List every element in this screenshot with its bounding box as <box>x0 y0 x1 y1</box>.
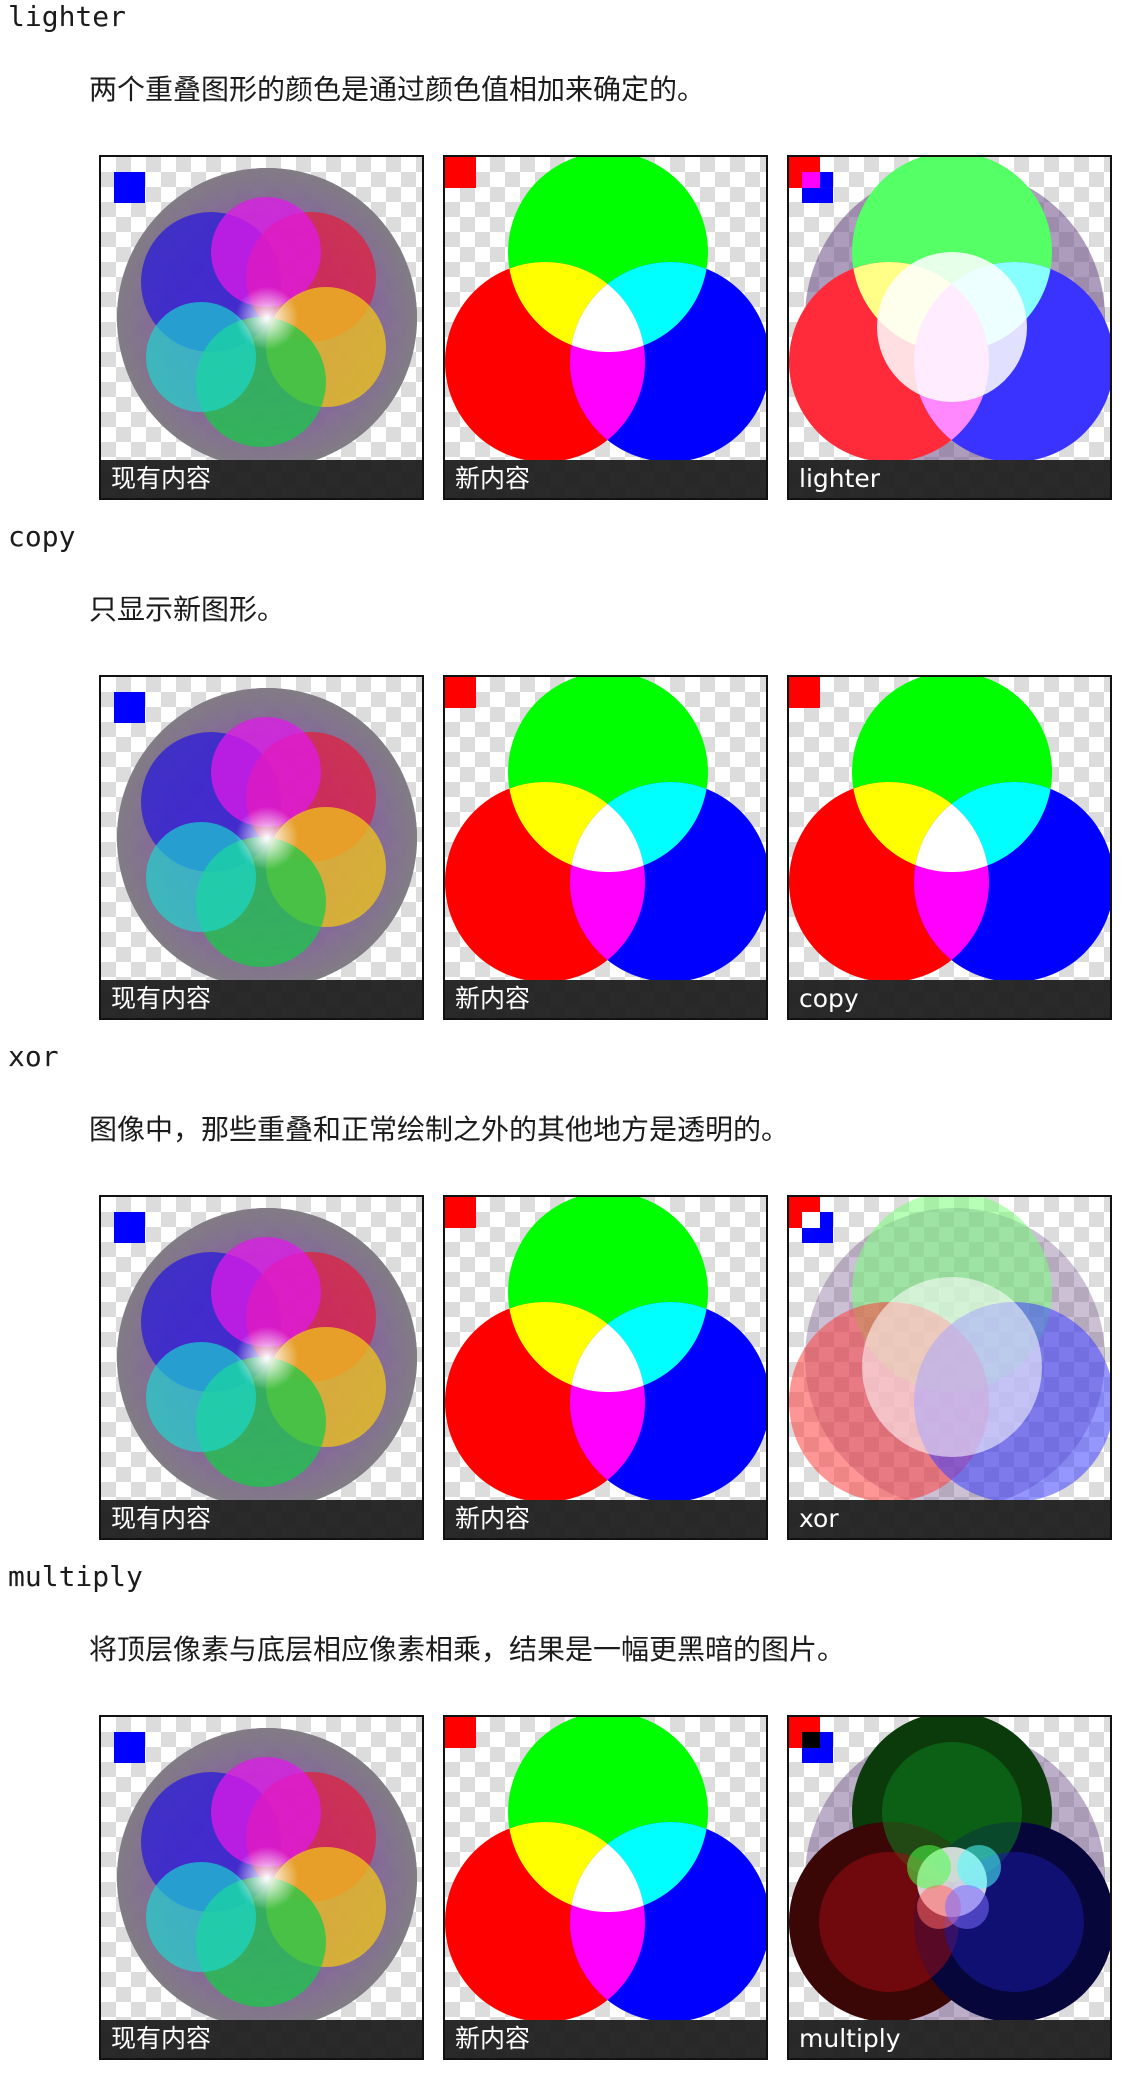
lighter-result-graphic <box>789 157 1110 460</box>
existing-content-tile: 现有内容 <box>99 1195 424 1540</box>
caption-new: 新内容 <box>445 1500 766 1538</box>
caption-result: xor <box>789 1500 1110 1538</box>
new-content-tile: 新内容 <box>443 1715 768 2060</box>
term-lighter: lighter <box>8 0 127 33</box>
result-tile-lighter: lighter <box>787 155 1112 500</box>
caption-new: 新内容 <box>445 2020 766 2058</box>
caption-existing: 现有内容 <box>101 980 422 1018</box>
caption-result: lighter <box>789 460 1110 498</box>
caption-result: multiply <box>789 2020 1110 2058</box>
result-tile-multiply: multiply <box>787 1715 1112 2060</box>
new-content-graphic <box>445 1197 766 1500</box>
new-content-tile: 新内容 <box>443 675 768 1020</box>
description-multiply: 将顶层像素与底层相应像素相乘，结果是一幅更黑暗的图片。 <box>89 1633 846 1666</box>
term-multiply: multiply <box>8 1560 143 1593</box>
term-xor: xor <box>8 1040 59 1073</box>
result-tile-xor: xor <box>787 1195 1112 1540</box>
existing-content-graphic <box>114 168 417 460</box>
copy-result-graphic <box>789 677 1110 980</box>
caption-new: 新内容 <box>445 460 766 498</box>
new-content-tile: 新内容 <box>443 155 768 500</box>
existing-content-graphic <box>114 688 417 980</box>
description-lighter: 两个重叠图形的颜色是通过颜色值相加来确定的。 <box>89 73 706 106</box>
existing-content-tile: 现有内容 <box>99 1715 424 2060</box>
multiply-result-graphic <box>789 1717 1110 2020</box>
result-tile-copy: copy <box>787 675 1112 1020</box>
red-square <box>445 157 476 188</box>
caption-result: copy <box>789 980 1110 1018</box>
existing-content-graphic <box>114 1208 417 1500</box>
existing-content-tile: 现有内容 <box>99 155 424 500</box>
new-content-graphic <box>445 157 766 460</box>
new-content-graphic <box>445 677 766 980</box>
caption-new: 新内容 <box>445 980 766 1018</box>
caption-existing: 现有内容 <box>101 2020 422 2058</box>
caption-existing: 现有内容 <box>101 460 422 498</box>
new-content-tile: 新内容 <box>443 1195 768 1540</box>
term-copy: copy <box>8 520 76 553</box>
description-xor: 图像中，那些重叠和正常绘制之外的其他地方是透明的。 <box>89 1113 790 1146</box>
blue-square <box>114 172 145 203</box>
description-copy: 只显示新图形。 <box>89 593 286 626</box>
existing-content-tile: 现有内容 <box>99 675 424 1020</box>
existing-content-graphic <box>114 1728 417 2020</box>
caption-existing: 现有内容 <box>101 1500 422 1538</box>
xor-result-graphic <box>789 1197 1110 1500</box>
new-content-graphic <box>445 1717 766 2020</box>
